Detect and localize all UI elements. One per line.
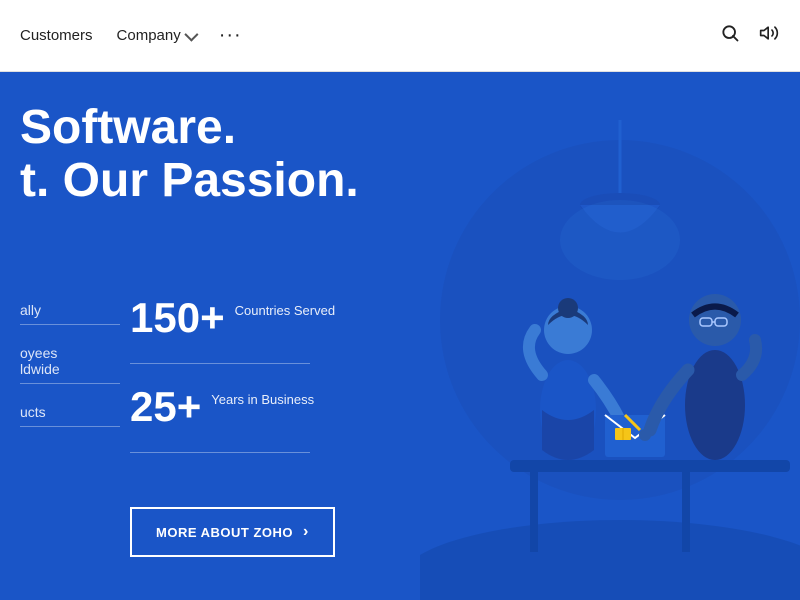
nav-customers[interactable]: Customers: [20, 27, 93, 44]
left-stat-1-label: ally: [20, 302, 120, 318]
cta-button[interactable]: MORE ABOUT ZOHO ›: [130, 507, 335, 557]
left-stat-1-divider: [20, 324, 120, 325]
hero-text: Software. t. Our Passion.: [20, 102, 359, 208]
left-stat-3-divider: [20, 426, 120, 427]
stat-divider-2: [130, 452, 310, 453]
stat-years: 25+ Years in Business: [130, 386, 335, 428]
nav-right: [720, 23, 780, 48]
left-stat-2: oyeesldwide: [20, 345, 120, 384]
left-stat-3-label: ucts: [20, 404, 120, 420]
search-icon[interactable]: [720, 23, 740, 48]
hero-section: Software. t. Our Passion. ally oyeesldwi…: [0, 72, 800, 600]
stat-countries-label: Countries Served: [235, 297, 335, 320]
nav-more-dots[interactable]: ···: [219, 24, 242, 47]
stat-divider-1: [130, 363, 310, 364]
hero-title-line2: t. Our Passion.: [20, 155, 359, 208]
nav-left: Customers Company ···: [20, 24, 720, 47]
cta-chevron-icon: ›: [303, 523, 309, 541]
chevron-down-icon: [184, 27, 198, 41]
navbar: Customers Company ···: [0, 0, 800, 72]
cta-label: MORE ABOUT ZOHO: [156, 525, 293, 540]
left-stat-1: ally: [20, 302, 120, 325]
left-stats: ally oyeesldwide ucts: [20, 302, 120, 447]
stat-countries-number: 150+: [130, 297, 225, 339]
right-stats: 150+ Countries Served 25+ Years in Busin…: [130, 297, 335, 475]
megaphone-icon[interactable]: [758, 23, 780, 48]
stat-years-number: 25+: [130, 386, 201, 428]
left-stat-3: ucts: [20, 404, 120, 427]
left-stat-2-label: oyeesldwide: [20, 345, 120, 377]
stat-countries: 150+ Countries Served: [130, 297, 335, 339]
hero-illustration: [420, 120, 800, 600]
hero-title-line1: Software.: [20, 102, 359, 155]
stat-years-label: Years in Business: [211, 386, 314, 409]
left-stat-2-divider: [20, 383, 120, 384]
company-label: Company: [117, 27, 181, 44]
nav-company[interactable]: Company: [117, 27, 195, 44]
